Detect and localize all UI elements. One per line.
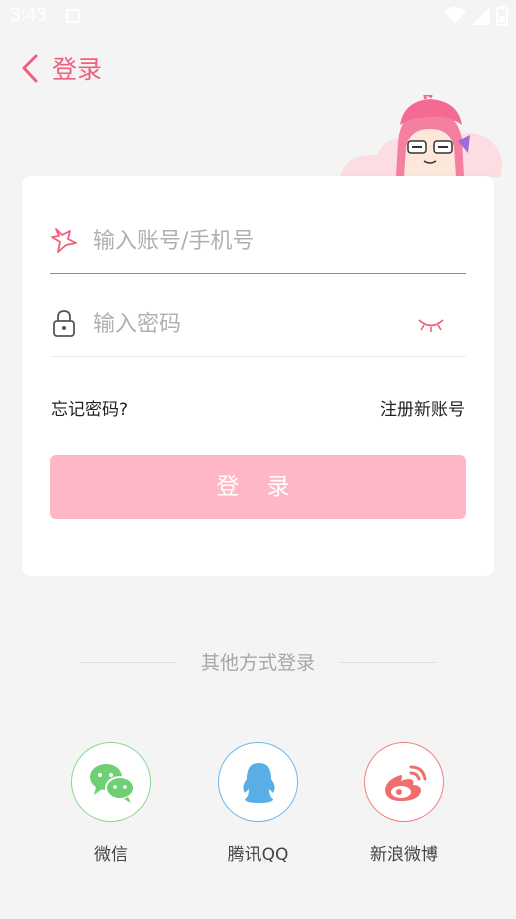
qq-button[interactable]: [218, 742, 298, 822]
weibo-button[interactable]: [364, 742, 444, 822]
qq-login[interactable]: 腾讯QQ: [188, 742, 328, 867]
password-input[interactable]: [93, 305, 413, 343]
eye-closed-icon[interactable]: [416, 317, 446, 333]
wechat-icon: [90, 764, 135, 803]
wechat-label: 微信: [94, 845, 128, 865]
battery-icon: [496, 6, 508, 26]
forgot-password-link[interactable]: 忘记密码?: [51, 395, 128, 420]
password-field: [50, 297, 466, 357]
other-login-title: 其他方式登录: [200, 652, 315, 674]
header: 登录: [0, 40, 516, 96]
notification-icon: [66, 9, 80, 23]
mascot-illustration: [340, 95, 502, 177]
weibo-icon: [385, 765, 427, 801]
weibo-label: 新浪微博: [370, 845, 438, 865]
signal-icon: [472, 7, 490, 25]
wechat-login[interactable]: 微信: [41, 742, 181, 867]
status-time: 3:43: [10, 5, 47, 26]
login-button[interactable]: 登 录: [50, 455, 466, 519]
qq-icon: [243, 763, 275, 803]
wechat-button[interactable]: [71, 742, 151, 822]
lock-icon: [53, 310, 75, 337]
status-icons: [444, 6, 508, 26]
divider-right: [340, 662, 437, 663]
page-title: 登录: [52, 55, 103, 84]
back-arrow-icon[interactable]: [16, 48, 46, 88]
wifi-icon: [444, 7, 466, 24]
login-card: 忘记密码? 注册新账号 登 录: [22, 176, 494, 576]
username-field: [50, 214, 466, 274]
qq-label: 腾讯QQ: [227, 845, 289, 865]
register-link[interactable]: 注册新账号: [380, 395, 465, 420]
star-icon: [51, 228, 77, 253]
username-input[interactable]: [93, 222, 413, 260]
weibo-login[interactable]: 新浪微博: [334, 742, 474, 867]
status-bar: 3:43: [0, 0, 516, 34]
